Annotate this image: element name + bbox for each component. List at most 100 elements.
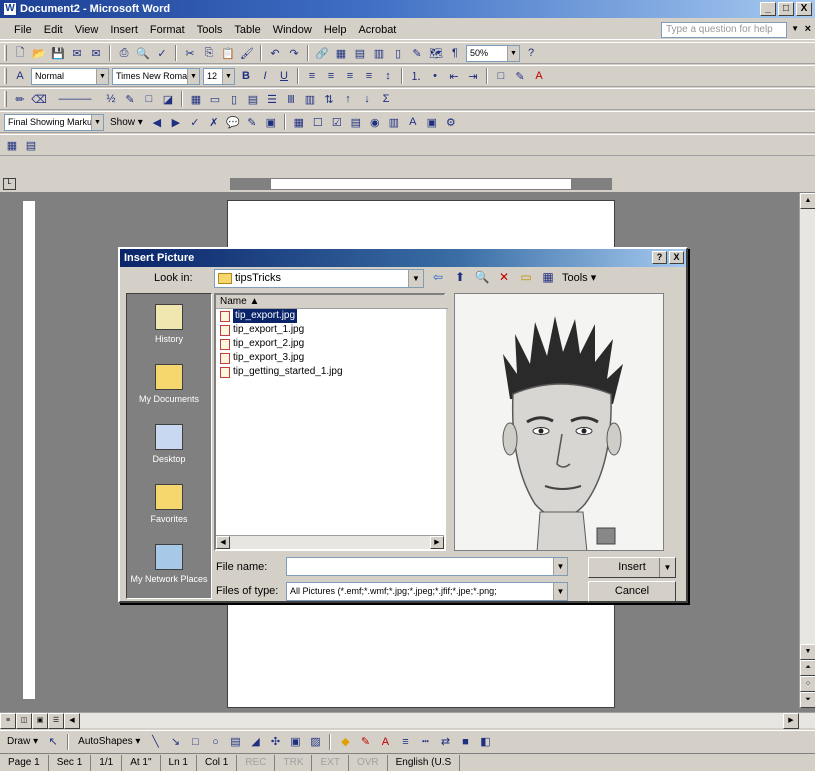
line-style-icon[interactable]: ≡ [397,734,413,750]
border-color-icon[interactable]: ✎ [122,91,138,107]
frame-options-icon[interactable]: ▤ [23,137,39,153]
chevron-down-icon[interactable]: ▼ [553,583,567,600]
search-web-icon[interactable]: 🔍 [474,269,490,285]
drop-down-field-icon[interactable]: ▤ [348,114,364,130]
scroll-left-icon[interactable]: ◀ [64,713,80,729]
new-icon[interactable]: 🗋 [12,45,28,61]
reviewing-pane-icon[interactable]: ▣ [263,114,279,130]
line-weight-icon[interactable]: ½ [103,91,119,107]
spelling-icon[interactable]: ✓ [154,45,170,61]
diagram-icon[interactable]: ✣ [267,734,283,750]
sort-descending-icon[interactable]: ↓ [359,91,375,107]
increase-indent-icon[interactable]: ⇥ [465,68,481,84]
merge-cells-icon[interactable]: ▭ [207,91,223,107]
file-row[interactable]: tip_getting_started_1.jpg [216,365,444,379]
file-row[interactable]: tip_export_1.jpg [216,323,444,337]
place-favorites[interactable]: Favorites [127,478,211,538]
hyperlink-icon[interactable]: 🔗 [314,45,330,61]
help-icon[interactable]: ? [523,45,539,61]
document-map-icon[interactable]: 🗺 [428,45,444,61]
chevron-down-icon[interactable]: ▼ [408,270,423,287]
show-menu-button[interactable]: Show ▾ [107,117,146,128]
chevron-down-icon[interactable]: ▼ [187,68,199,84]
menu-file[interactable]: File [8,24,38,36]
file-list[interactable]: Name ▲ tip_export.jpg tip_export_1.jpg t… [214,293,448,551]
scroll-down-icon[interactable]: ▼ [800,644,815,660]
dash-style-icon[interactable]: ┅ [417,734,433,750]
horizontal-scrollbar[interactable]: ≡ ◫ ▣ ☰ ◀ ▶ [0,712,815,729]
cut-icon[interactable]: ✂ [182,45,198,61]
menu-table[interactable]: Table [228,24,266,36]
border-icon[interactable]: □ [493,68,509,84]
scroll-right-icon[interactable]: ▶ [430,536,444,549]
redo-icon[interactable]: ↷ [286,45,302,61]
web-toolbar-icon[interactable]: ▦ [291,114,307,130]
up-one-level-icon[interactable]: ⬆ [452,269,468,285]
permission-icon[interactable]: ✉ [69,45,85,61]
print-icon[interactable]: ⎙ [116,45,132,61]
menu-view[interactable]: View [69,24,105,36]
align-icon[interactable]: ▤ [245,91,261,107]
numbering-icon[interactable]: ⒈ [408,68,424,84]
justify-icon[interactable]: ≡ [361,68,377,84]
file-row[interactable]: tip_export_2.jpg [216,337,444,351]
display-for-review-select[interactable]: Final Showing Markup ▼ [4,113,104,131]
file-name-input[interactable]: ▼ [286,557,568,576]
fill-color-icon[interactable]: ◆ [337,734,353,750]
toolbar-grip[interactable] [4,91,7,107]
insert-options-icon[interactable]: ▼ [659,558,675,577]
insert-table-icon[interactable]: ▤ [352,45,368,61]
normal-view-icon[interactable]: ≡ [0,713,16,729]
align-right-icon[interactable]: ≡ [342,68,358,84]
print-layout-icon[interactable]: ▣ [32,713,48,729]
document-close-icon[interactable]: × [805,23,811,35]
scroll-right-icon[interactable]: ▶ [783,713,799,729]
drawing-icon[interactable]: ✎ [409,45,425,61]
line-style-icon[interactable]: ——— [50,91,100,107]
menu-window[interactable]: Window [267,24,318,36]
menu-format[interactable]: Format [144,24,191,36]
line-spacing-icon[interactable]: ↕ [380,68,396,84]
option-button-icon[interactable]: ◉ [367,114,383,130]
text-box-icon[interactable]: A [405,114,421,130]
dialog-close-button[interactable]: X [669,251,684,264]
check-box-icon[interactable]: ☑ [329,114,345,130]
insert-button[interactable]: Insert ▼ [588,557,676,578]
menu-tools[interactable]: Tools [191,24,229,36]
delete-icon[interactable]: ✕ [496,269,512,285]
autosum-icon[interactable]: Σ [378,91,394,107]
views-icon[interactable]: ▦ [540,269,556,285]
image-control-icon[interactable]: ▣ [424,114,440,130]
frame-icon[interactable]: ▦ [4,137,20,153]
help-search-input[interactable]: Type a question for help [661,22,787,38]
autoformat-icon[interactable]: ▥ [302,91,318,107]
place-history[interactable]: History [127,298,211,358]
status-trk[interactable]: TRK [275,754,313,771]
list-box-icon[interactable]: ▥ [386,114,402,130]
status-ovr[interactable]: OVR [349,754,388,771]
cancel-button[interactable]: Cancel [588,581,676,602]
dialog-title-bar[interactable]: Insert Picture ? X [120,249,686,267]
sort-ascending-icon[interactable]: ↑ [340,91,356,107]
highlight-icon[interactable]: ✎ [512,68,528,84]
text-direction-icon[interactable]: ⇅ [321,91,337,107]
font-color-icon[interactable]: A [531,68,547,84]
toolbar-grip[interactable] [4,45,7,61]
file-row[interactable]: tip_export.jpg [216,309,444,323]
style-select[interactable]: Normal ▼ [31,67,109,85]
chevron-down-icon[interactable]: ▼ [96,68,108,84]
menu-insert[interactable]: Insert [104,24,144,36]
distribute-columns-icon[interactable]: Ⅲ [283,91,299,107]
track-changes-icon[interactable]: ✎ [244,114,260,130]
select-browse-object-icon[interactable]: ○ [800,676,815,692]
bold-icon[interactable]: B [238,68,254,84]
rectangle-icon[interactable]: □ [187,734,203,750]
restore-button[interactable]: □ [778,2,794,16]
draw-table-icon[interactable]: ✏ [12,91,28,107]
properties-icon[interactable]: ⚙ [443,114,459,130]
files-of-type-select[interactable]: All Pictures (*.emf;*.wmf;*.jpg;*.jpeg;*… [286,582,568,601]
styles-pane-icon[interactable]: A [12,68,28,84]
clip-art-icon[interactable]: ▣ [287,734,303,750]
status-rec[interactable]: REC [237,754,276,771]
minimize-button[interactable]: _ [760,2,776,16]
